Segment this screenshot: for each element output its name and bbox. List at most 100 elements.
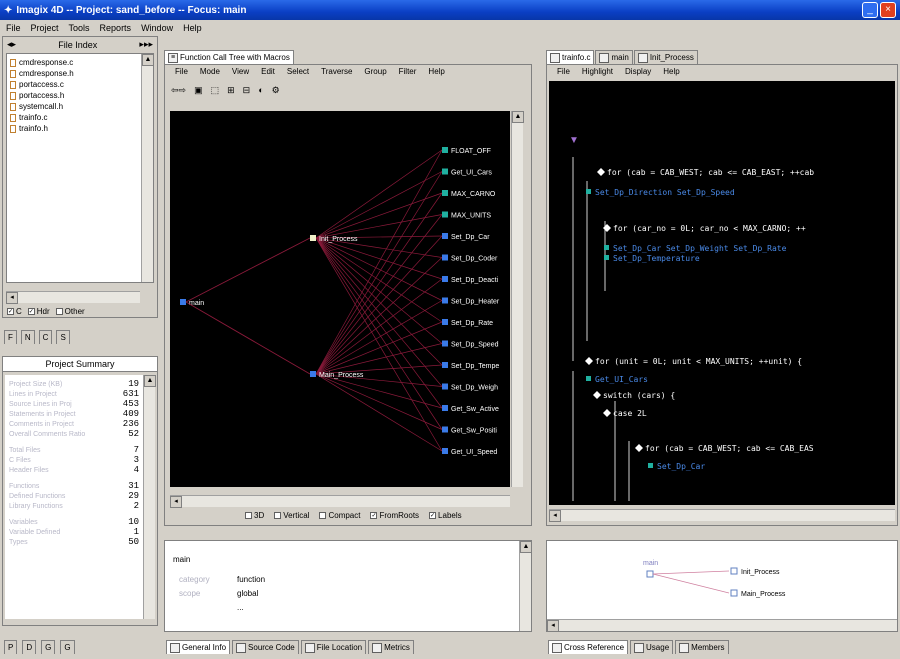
tree-menu-filter[interactable]: Filter — [399, 67, 417, 76]
tab-index-n[interactable]: N — [20, 330, 35, 344]
layout-icon[interactable]: ▣ — [194, 85, 203, 96]
tree-node-leaf[interactable]: Set_Dp_Weigh — [442, 383, 498, 392]
flow-node[interactable]: case 2L — [603, 409, 647, 418]
tab-function-call-tree[interactable]: ≡ Function Call Tree with Macros — [164, 50, 294, 64]
flow-node[interactable]: for (cab = CAB_WEST; cab <= CAB_EAS — [635, 444, 814, 453]
tree-node-leaf[interactable]: Set_Dp_Car — [442, 233, 490, 241]
tab-members[interactable]: Members — [675, 640, 729, 654]
option-fromroots[interactable]: ✓ FromRoots — [370, 511, 419, 520]
tree-node-leaf[interactable]: Set_Dp_Heater — [442, 297, 500, 306]
flow-menu-highlight[interactable]: Highlight — [582, 67, 613, 76]
tree-node-leaf[interactable]: Set_Dp_Deacti — [442, 276, 499, 284]
tab-file-location[interactable]: File Location — [300, 640, 367, 654]
flow-canvas[interactable]: ▼ for (cab = CAB_WEST; cab <= CAB_EAST; +… — [549, 81, 895, 505]
flow-node[interactable]: Set_Dp_Direction Set_Dp_Speed — [586, 188, 735, 197]
select-icon[interactable]: ⬚ — [211, 85, 220, 96]
tree-menu-mode[interactable]: Mode — [200, 67, 220, 76]
file-list-hscroll[interactable]: ◂ — [6, 291, 140, 304]
tab-index-s[interactable]: S — [56, 330, 70, 344]
tab-summary-0[interactable]: P — [4, 640, 18, 654]
tree-node-leaf[interactable]: Get_UI_Speed — [442, 448, 497, 456]
tree-node-leaf[interactable]: Set_Dp_Speed — [442, 340, 499, 349]
call-tree-hscroll[interactable]: ◂ — [170, 495, 510, 508]
tab-source-code[interactable]: Source Code — [232, 640, 299, 654]
flow-node[interactable]: Set_Dp_Car Set_Dp_Weight Set_Dp_Rate — [604, 244, 787, 253]
tab-summary-3[interactable]: G — [60, 640, 75, 654]
tree-menu-help[interactable]: Help — [428, 67, 444, 76]
call-tree-vscroll[interactable]: ▲ — [511, 111, 524, 487]
filter-hdr[interactable]: ✓ Hdr — [27, 307, 50, 316]
filter-c[interactable]: ✓ C — [7, 307, 22, 316]
flow-menu-help[interactable]: Help — [663, 67, 679, 76]
tree-node-leaf[interactable]: MAX_CARNO — [442, 190, 496, 198]
option-3d[interactable]: 3D — [245, 511, 264, 520]
tree-node-leaf[interactable]: Get_UI_Cars — [442, 168, 492, 177]
option-labels[interactable]: ✓ Labels — [429, 511, 462, 520]
list-item[interactable]: trainfo.c — [10, 112, 150, 123]
flow-node[interactable]: Get_UI_Cars — [586, 375, 648, 384]
back-forward-icon[interactable]: ⇦⇨ — [171, 85, 186, 96]
list-item[interactable]: cmdresponse.h — [10, 68, 150, 79]
option-vertical[interactable]: Vertical — [274, 511, 309, 520]
tree-node-leaf[interactable]: Get_Sw_Positi — [442, 426, 497, 435]
tab-metrics[interactable]: Metrics — [368, 640, 414, 654]
tab-flow-2[interactable]: Init_Process — [633, 50, 698, 64]
menu-file[interactable]: File — [6, 23, 21, 33]
info-scrollbar[interactable]: ▲ — [519, 541, 532, 631]
tree-menu-edit[interactable]: Edit — [261, 67, 275, 76]
menu-tools[interactable]: Tools — [69, 23, 90, 33]
list-item[interactable]: trainfo.h — [10, 123, 150, 134]
tab-summary-2[interactable]: G — [41, 640, 56, 654]
menu-help[interactable]: Help — [183, 23, 202, 33]
tree-node-leaf[interactable]: Get_Sw_Active — [442, 405, 499, 413]
tree-menu-file[interactable]: File — [175, 67, 188, 76]
tree-menu-traverse[interactable]: Traverse — [321, 67, 352, 76]
tree-node-leaf[interactable]: Set_Dp_Tempe — [442, 362, 499, 370]
close-button[interactable]: × — [880, 2, 896, 18]
flow-node[interactable]: Set_Dp_Temperature — [604, 254, 700, 263]
menu-window[interactable]: Window — [141, 23, 173, 33]
list-item[interactable]: cmdresponse.c — [10, 57, 150, 68]
tree-menu-group[interactable]: Group — [364, 67, 386, 76]
flow-menu-display[interactable]: Display — [625, 67, 651, 76]
tree-menu-view[interactable]: View — [232, 67, 249, 76]
tree-node-leaf[interactable]: Set_Dp_Rate — [442, 319, 493, 327]
settings-icon[interactable]: ⚙ — [272, 85, 280, 96]
filter-icon[interactable]: ◐ — [258, 85, 263, 96]
tree-menu-select[interactable]: Select — [287, 67, 309, 76]
flow-node[interactable]: switch (cars) { — [593, 391, 675, 400]
menu-project[interactable]: Project — [31, 23, 59, 33]
tab-general-info[interactable]: General Info — [166, 640, 231, 654]
group-icon[interactable]: ⊟ — [243, 85, 251, 96]
tree-node-main_process[interactable]: Main_Process — [310, 371, 364, 379]
flow-node[interactable]: Set_Dp_Car — [648, 462, 705, 471]
tree-node-leaf[interactable]: FLOAT_OFF — [442, 147, 491, 155]
minimize-button[interactable]: _ — [862, 2, 878, 18]
file-list-scrollbar[interactable]: ▲ — [141, 54, 154, 282]
flow-node[interactable]: for (unit = 0L; unit < MAX_UNITS; ++unit… — [585, 357, 802, 366]
tab-summary-1[interactable]: D — [22, 640, 37, 654]
collapse-icon[interactable]: ◂▸ — [7, 39, 16, 50]
list-item[interactable]: portaccess.c — [10, 79, 150, 90]
tab-flow-1[interactable]: main — [595, 50, 633, 64]
flow-node[interactable]: for (cab = CAB_WEST; cab <= CAB_EAST; ++… — [597, 168, 814, 177]
flow-hscroll[interactable]: ◂ — [549, 509, 895, 522]
list-item[interactable]: portaccess.h — [10, 90, 150, 101]
filter-other[interactable]: Other — [55, 307, 85, 316]
option-compact[interactable]: Compact — [319, 511, 360, 520]
tree-node-leaf[interactable]: MAX_UNITS — [442, 211, 491, 220]
xref-hscroll[interactable]: ◂ — [547, 619, 897, 632]
xref-node-child[interactable]: Init_Process — [730, 567, 780, 576]
call-tree-canvas[interactable]: main Init_Process Main_Process FLOAT_OFF Get… — [170, 111, 510, 487]
tab-flow-0[interactable]: trainfo.c — [546, 50, 595, 64]
tab-index-f[interactable]: F — [4, 330, 17, 344]
tab-usage[interactable]: Usage — [630, 640, 674, 654]
flow-menu-file[interactable]: File — [557, 67, 570, 76]
metrics-scrollbar[interactable]: ▲ — [143, 375, 156, 619]
xref-node-child[interactable]: Main_Process — [730, 589, 786, 598]
tab-index-c[interactable]: C — [38, 330, 53, 344]
tree-node-leaf[interactable]: Set_Dp_Coder — [442, 254, 498, 263]
tab-cross-reference[interactable]: Cross Reference — [548, 640, 629, 654]
list-item[interactable]: systemcall.h — [10, 101, 150, 112]
expand-icon[interactable]: ▸▸▸ — [139, 39, 153, 50]
